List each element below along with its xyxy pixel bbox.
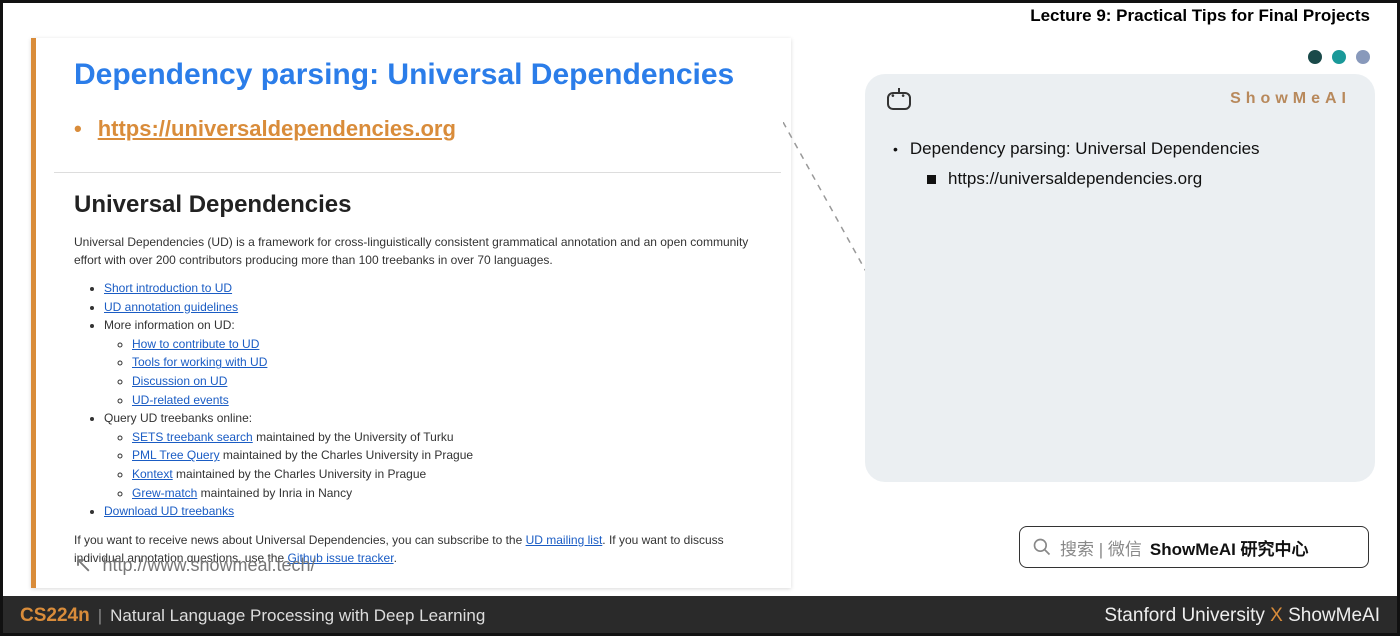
- course-code: CS224n: [20, 605, 90, 627]
- ud-list: Short introduction to UD UD annotation g…: [74, 279, 761, 521]
- kontext-by: maintained by the Charles University in …: [173, 467, 426, 481]
- download-link[interactable]: Download UD treebanks: [104, 504, 234, 518]
- events-link[interactable]: UD-related events: [132, 393, 229, 407]
- slide-panel: Dependency parsing: Universal Dependenci…: [31, 38, 791, 588]
- notes-list: • Dependency parsing: Universal Dependen…: [887, 139, 1353, 189]
- bullet-icon: •: [74, 116, 82, 142]
- cursor-icon: ↖: [74, 552, 92, 578]
- square-bullet-icon: [927, 175, 936, 184]
- notes-panel: ShowMeAI • Dependency parsing: Universal…: [865, 74, 1375, 482]
- notes-item: • Dependency parsing: Universal Dependen…: [887, 139, 1353, 159]
- grew-link[interactable]: Grew-match: [132, 486, 197, 500]
- short-intro-link[interactable]: Short introduction to UD: [104, 281, 232, 295]
- notes-link: https://universaldependencies.org: [948, 169, 1202, 189]
- lecture-title: Lecture 9: Practical Tips for Final Proj…: [1030, 6, 1370, 25]
- search-icon: [1032, 537, 1052, 557]
- footer-right: Stanford University X ShowMeAI: [1104, 605, 1380, 627]
- pml-by: maintained by the Charles University in …: [220, 448, 473, 462]
- notes-title: Dependency parsing: Universal Dependenci…: [910, 139, 1260, 159]
- kontext-link[interactable]: Kontext: [132, 467, 173, 481]
- ud-intro: Universal Dependencies (UD) is a framewo…: [74, 233, 761, 269]
- sets-by: maintained by the University of Turku: [253, 430, 454, 444]
- course-title: Natural Language Processing with Deep Le…: [110, 606, 485, 626]
- footer-bar: CS224n | Natural Language Processing wit…: [0, 596, 1400, 636]
- search-box[interactable]: 搜索 | 微信 ShowMeAI 研究中心: [1019, 526, 1369, 568]
- discussion-link[interactable]: Discussion on UD: [132, 374, 227, 388]
- footer-url: http://www.showmeai.tech/: [102, 555, 315, 576]
- lecture-header: Lecture 9: Practical Tips for Final Proj…: [0, 0, 1400, 32]
- tools-link[interactable]: Tools for working with UD: [132, 355, 267, 369]
- slide-title: Dependency parsing: Universal Dependenci…: [74, 58, 761, 92]
- contribute-link[interactable]: How to contribute to UD: [132, 337, 259, 351]
- notes-subitem: https://universaldependencies.org: [927, 169, 1353, 189]
- grew-by: maintained by Inria in Nancy: [197, 486, 352, 500]
- bullet-icon: •: [893, 141, 898, 157]
- query-label: Query UD treebanks online:: [104, 411, 252, 425]
- mailing-list-link[interactable]: UD mailing list: [526, 533, 603, 547]
- guidelines-link[interactable]: UD annotation guidelines: [104, 300, 238, 314]
- pipe: |: [98, 606, 102, 626]
- ud-section: Universal Dependencies Universal Depende…: [54, 172, 781, 567]
- pml-link[interactable]: PML Tree Query: [132, 448, 220, 462]
- slide-bullet-row: • https://universaldependencies.org: [74, 116, 761, 142]
- ud-heading: Universal Dependencies: [74, 191, 761, 219]
- x-separator: X: [1270, 605, 1283, 626]
- showmeai-brand: ShowMeAI: [1230, 90, 1351, 108]
- robot-icon: [887, 92, 911, 110]
- more-info-label: More information on UD:: [104, 318, 235, 332]
- main-link[interactable]: https://universaldependencies.org: [98, 116, 456, 142]
- search-prefix: 搜索 | 微信: [1060, 535, 1142, 560]
- search-bold: ShowMeAI 研究中心: [1150, 535, 1309, 560]
- slide-footer: ↖ http://www.showmeai.tech/: [74, 552, 316, 578]
- sets-link[interactable]: SETS treebank search: [132, 430, 253, 444]
